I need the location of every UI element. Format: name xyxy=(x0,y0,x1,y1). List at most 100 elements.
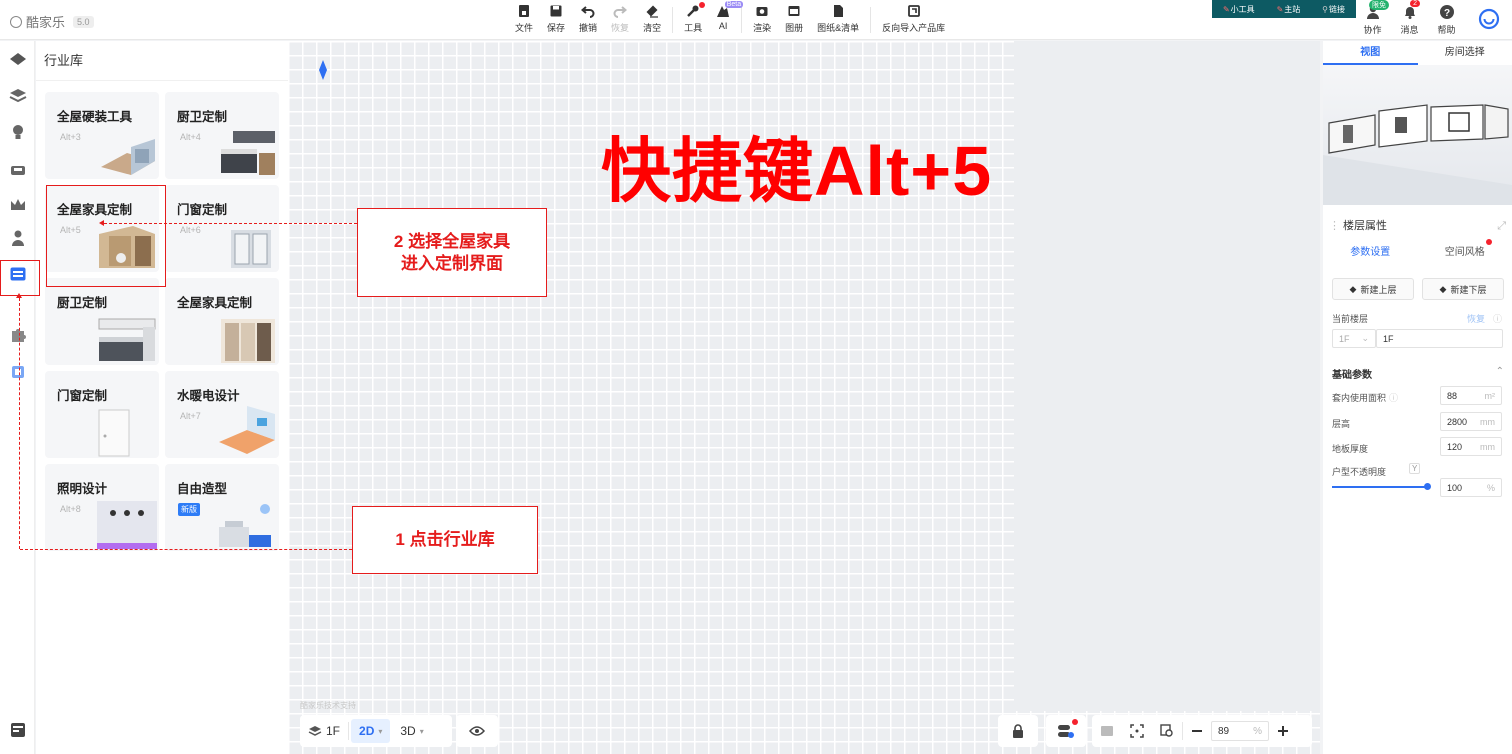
tab-view[interactable]: 视图 xyxy=(1323,41,1418,65)
component-icon[interactable] xyxy=(8,363,28,381)
drag-handle-icon[interactable]: ⋮ xyxy=(1329,220,1340,232)
opacity-slider[interactable] xyxy=(1332,483,1431,490)
messages-button[interactable]: 2 消息 xyxy=(1391,0,1428,36)
floor-select[interactable]: 1F ⌄ xyxy=(1332,329,1376,348)
canvas-blank-area xyxy=(1014,41,1320,711)
collab-button[interactable]: 限免 协作 xyxy=(1354,0,1391,36)
layers-icon[interactable] xyxy=(8,86,28,104)
import-icon xyxy=(907,4,921,18)
tab-space-style[interactable]: 空间风格 xyxy=(1418,239,1512,265)
floor-subtabs: 参数设置 空间风格 xyxy=(1323,239,1512,265)
view-tabs: 视图 房间选择 xyxy=(1323,41,1512,65)
library-card-plumbing-electric[interactable]: 水暖电设计 Alt+7 xyxy=(165,371,279,458)
add-upper-floor-button[interactable]: ◆ 新建上层 xyxy=(1332,278,1414,300)
save-button[interactable]: 保存 xyxy=(540,4,572,36)
tools-button[interactable]: 工具 xyxy=(677,2,709,36)
tab-params[interactable]: 参数设置 xyxy=(1323,241,1418,265)
floor-height-input[interactable]: 2800 mm xyxy=(1440,412,1502,431)
file-icon xyxy=(517,4,531,18)
undo-button[interactable]: 撤销 xyxy=(572,4,604,36)
ai-button[interactable]: Beta AI xyxy=(709,1,744,36)
area-input[interactable]: 88 m² xyxy=(1440,386,1502,405)
beta-badge: Beta xyxy=(724,1,744,8)
floorplan-icon[interactable] xyxy=(8,50,28,68)
mini-tools-link[interactable]: ✎小工具 xyxy=(1223,4,1255,15)
zoom-in-button[interactable] xyxy=(1269,715,1297,747)
library-card-furniture-custom-2[interactable]: 全屋家具定制 xyxy=(165,278,279,365)
link-link[interactable]: ⚲链接 xyxy=(1322,4,1345,15)
album-icon xyxy=(787,4,801,18)
library-card-door-window-2[interactable]: 门窗定制 xyxy=(45,371,159,458)
opacity-input[interactable]: 100% xyxy=(1440,478,1502,497)
visibility-toggle[interactable] xyxy=(456,715,498,747)
3d-preview[interactable] xyxy=(1323,65,1512,205)
divider xyxy=(348,722,350,740)
redo-button[interactable]: 恢复 xyxy=(604,4,636,36)
tab-room-select[interactable]: 房间选择 xyxy=(1418,41,1512,65)
area-label: 套内使用面积 ⓘ xyxy=(1332,393,1399,403)
zoom-input[interactable]: 89% xyxy=(1211,721,1269,741)
lighting-thumbnail xyxy=(97,501,157,549)
panel-title: 行业库 xyxy=(36,41,288,81)
arrow-head-1 xyxy=(16,293,22,298)
notification-dot xyxy=(1486,239,1492,245)
zoom-region-icon xyxy=(1160,724,1173,737)
library-card-kitchen-bath[interactable]: 厨卫定制 Alt+4 xyxy=(165,92,279,179)
library-card-whole-house-hardware[interactable]: 全屋硬装工具 Alt+3 xyxy=(45,92,159,179)
zoom-bar: 89% xyxy=(1092,715,1312,747)
fit-view-button[interactable] xyxy=(1122,715,1152,747)
message-count-badge: 2 xyxy=(1410,0,1420,7)
expand-icon[interactable]: ⤢ xyxy=(1497,215,1506,237)
floor-name-input[interactable]: 1F xyxy=(1376,329,1503,348)
info-icon: ⓘ xyxy=(1389,393,1399,403)
toolbar-divider xyxy=(741,7,743,33)
screenshot-button[interactable] xyxy=(1092,715,1122,747)
mode-3d-button[interactable]: 3D ▾ xyxy=(392,715,431,747)
settings-panel-icon[interactable] xyxy=(8,721,28,739)
basic-params-section[interactable]: 基础参数 ⌃ xyxy=(1332,366,1504,381)
dashed-connector-1 xyxy=(20,549,352,550)
zoom-region-button[interactable] xyxy=(1152,715,1182,747)
library-cards: 全屋硬装工具 Alt+3 厨卫定制 Alt+4 全屋家具定制 Alt+5 门窗定… xyxy=(45,92,279,551)
clear-button[interactable]: 清空 xyxy=(636,4,668,36)
add-lower-floor-button[interactable]: ◆ 新建下层 xyxy=(1422,278,1504,300)
library-card-free-modeling[interactable]: 自由造型 新版 xyxy=(165,464,279,551)
lock-button[interactable] xyxy=(998,715,1038,747)
floor-selector[interactable]: 1F xyxy=(300,715,348,747)
height-label: 层高 xyxy=(1332,419,1351,429)
filter-icon[interactable]: Y xyxy=(1409,463,1421,474)
floor-heating-thumbnail xyxy=(101,139,155,175)
reverse-import-button[interactable]: 反向导入产品库 xyxy=(875,4,952,36)
display-settings-button[interactable] xyxy=(1046,715,1086,747)
restore-link[interactable]: 恢复 xyxy=(1467,312,1485,325)
chevron-down-icon: ⌄ xyxy=(1361,333,1369,343)
person-icon[interactable] xyxy=(8,229,28,247)
help-button[interactable]: ? 帮助 xyxy=(1428,4,1465,36)
profile-smiley-icon[interactable] xyxy=(1478,8,1500,33)
crown-icon[interactable] xyxy=(8,196,28,214)
mode-2d-button[interactable]: 2D ▾ xyxy=(351,719,391,743)
right-property-panel: 视图 房间选择 ⋮ 楼层属性 ⤢ 参数设置 空间风格 ◆ 新建上层 ◆ 新建下层 当前… xyxy=(1323,41,1512,754)
plumbing-thumbnail xyxy=(219,406,275,454)
app-logo[interactable]: 酷家乐 5.0 xyxy=(10,12,94,31)
compass-icon[interactable] xyxy=(319,60,327,80)
library-card-door-window[interactable]: 门窗定制 Alt+6 xyxy=(165,185,279,272)
kitchen-thumbnail xyxy=(221,131,275,175)
library-card-lighting[interactable]: 照明设计 Alt+8 xyxy=(45,464,159,551)
file-menu-button[interactable]: 文件 xyxy=(508,4,540,36)
floor-thickness-input[interactable]: 120 mm xyxy=(1440,437,1502,456)
library-card-kitchen-bath-2[interactable]: 厨卫定制 xyxy=(45,278,159,365)
album-button[interactable]: 图册 xyxy=(778,4,810,36)
plus-icon xyxy=(1278,726,1288,736)
info-icon: ⓘ xyxy=(1493,314,1503,324)
render-button[interactable]: 渲染 xyxy=(746,4,778,36)
sofa-icon[interactable] xyxy=(8,160,28,178)
quick-links-bar: ✎小工具 ✎主站 ⚲链接 xyxy=(1212,0,1356,18)
slider-handle[interactable] xyxy=(1424,483,1431,490)
lightbulb-icon[interactable] xyxy=(8,123,28,141)
puzzle-icon[interactable] xyxy=(8,326,28,344)
main-site-link[interactable]: ✎主站 xyxy=(1277,4,1301,15)
drawings-list-button[interactable]: 图纸&清单 xyxy=(810,4,866,36)
zoom-out-button[interactable] xyxy=(1183,715,1211,747)
view-mode-bar: 1F 2D ▾ 3D ▾ xyxy=(300,715,452,747)
